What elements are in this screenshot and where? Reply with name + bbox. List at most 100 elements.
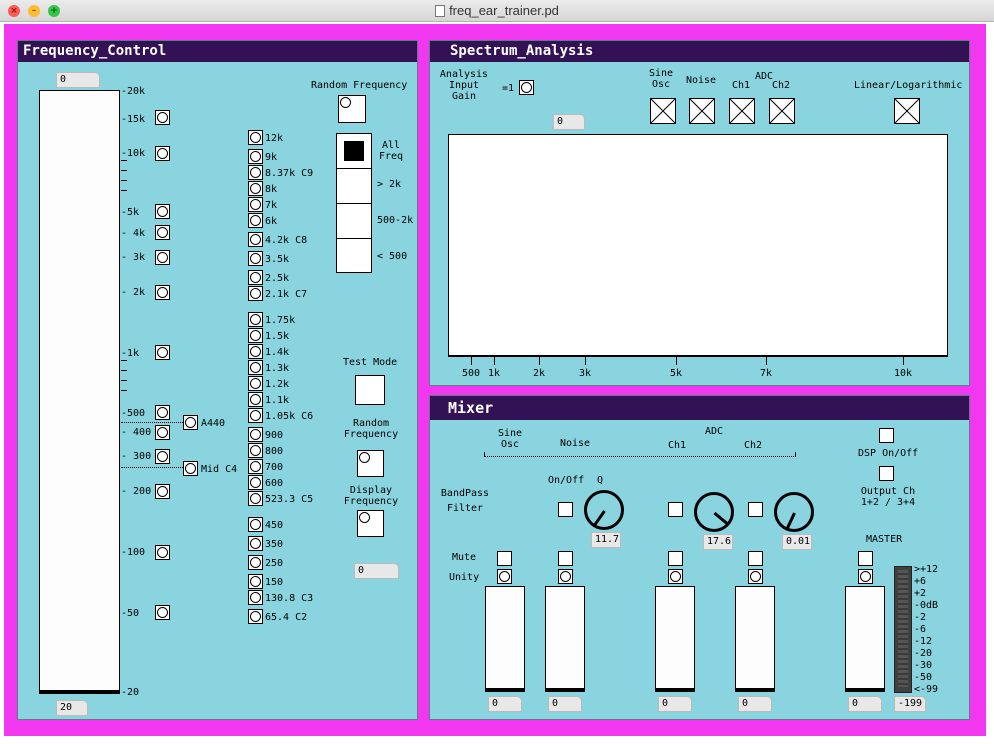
noise-mute-toggle[interactable]	[558, 551, 573, 566]
preset-bang[interactable]	[248, 408, 263, 423]
preset-bang[interactable]	[248, 213, 263, 228]
q3-knob[interactable]	[774, 492, 814, 532]
filter3-onoff-toggle[interactable]	[748, 502, 763, 517]
dsp-toggle[interactable]	[879, 428, 894, 443]
preset-bang[interactable]	[248, 360, 263, 375]
preset-bang[interactable]	[248, 517, 263, 532]
freq-300-bang[interactable]	[155, 449, 170, 464]
freq-10k-bang[interactable]	[155, 146, 170, 161]
freq-50-bang[interactable]	[155, 605, 170, 620]
filter2-onoff-toggle[interactable]	[668, 502, 683, 517]
ch2-fader-handle[interactable]	[736, 688, 774, 691]
preset-bang[interactable]	[248, 344, 263, 359]
preset-bang[interactable]	[248, 232, 263, 247]
preset-bang[interactable]	[248, 197, 263, 212]
radio-option-mid[interactable]: 500-2k	[377, 215, 413, 226]
freq-5k-bang[interactable]	[155, 204, 170, 219]
q1-knob[interactable]	[584, 490, 624, 530]
ch1-mute-toggle[interactable]	[668, 551, 683, 566]
preset-bang[interactable]	[248, 459, 263, 474]
ch2-mute-toggle[interactable]	[748, 551, 763, 566]
sine-fader[interactable]	[485, 586, 525, 692]
q1-value[interactable]: 11.7	[591, 532, 621, 548]
frequency-min-number[interactable]: 20	[56, 700, 88, 716]
preset-bang[interactable]	[248, 251, 263, 266]
ch2-fader-value[interactable]: 0	[738, 696, 772, 712]
sine-fader-handle[interactable]	[486, 688, 524, 691]
filter1-onoff-toggle[interactable]	[558, 502, 573, 517]
ch1-fader-value[interactable]: 0	[658, 696, 692, 712]
frequency-range-radio[interactable]	[336, 133, 372, 273]
frequency-slider[interactable]	[39, 90, 120, 694]
preset-bang[interactable]	[248, 536, 263, 551]
output-channel-toggle[interactable]	[879, 466, 894, 481]
master-fader-handle[interactable]	[846, 688, 884, 691]
preset-bang[interactable]	[248, 376, 263, 391]
freq-3k-bang[interactable]	[155, 250, 170, 265]
random-frequency2-bang[interactable]	[357, 450, 384, 477]
preset-bang[interactable]	[248, 443, 263, 458]
radio-option-gt2k[interactable]: > 2k	[377, 179, 401, 190]
master-fader[interactable]	[845, 586, 885, 692]
freq-15k-bang[interactable]	[155, 110, 170, 125]
spectrum-graph[interactable]	[448, 134, 948, 356]
ch1-fader-handle[interactable]	[656, 688, 694, 691]
test-mode-toggle[interactable]	[355, 375, 385, 405]
frequency-number-box[interactable]: 0	[56, 72, 100, 88]
preset-bang[interactable]	[248, 130, 263, 145]
q2-value[interactable]: 17.6	[703, 534, 733, 550]
q2-knob[interactable]	[694, 492, 734, 532]
frequency-slider-handle[interactable]	[40, 690, 119, 693]
a440-bang[interactable]	[183, 415, 198, 430]
preset-bang[interactable]	[248, 590, 263, 605]
preset-bang[interactable]	[248, 392, 263, 407]
preset-bang[interactable]	[248, 181, 263, 196]
display-frequency-number[interactable]: 0	[354, 563, 399, 579]
noise-unity-bang[interactable]	[558, 569, 573, 584]
master-unity-bang[interactable]	[858, 569, 873, 584]
display-frequency-bang[interactable]	[357, 510, 384, 537]
noise-fader-value[interactable]: 0	[548, 696, 582, 712]
ch2-fader[interactable]	[735, 586, 775, 692]
source-ch1-toggle[interactable]	[729, 98, 755, 124]
preset-bang[interactable]	[248, 165, 263, 180]
preset-bang[interactable]	[248, 555, 263, 570]
master-mute-toggle[interactable]	[858, 551, 873, 566]
input-gain-number[interactable]: 0	[553, 114, 585, 130]
ch2-unity-bang[interactable]	[748, 569, 763, 584]
preset-bang[interactable]	[248, 491, 263, 506]
source-sine-toggle[interactable]	[650, 98, 676, 124]
source-noise-toggle[interactable]	[689, 98, 715, 124]
freq-1k-bang[interactable]	[155, 345, 170, 360]
freq-200-bang[interactable]	[155, 484, 170, 499]
radio-option-lt500[interactable]: < 500	[377, 251, 407, 262]
source-ch2-toggle[interactable]	[769, 98, 795, 124]
preset-bang[interactable]	[248, 328, 263, 343]
preset-bang[interactable]	[248, 609, 263, 624]
preset-bang[interactable]	[248, 149, 263, 164]
midc4-bang[interactable]	[183, 461, 198, 476]
freq-100-bang[interactable]	[155, 545, 170, 560]
preset-bang[interactable]	[248, 427, 263, 442]
freq-4k-bang[interactable]	[155, 225, 170, 240]
preset-bang[interactable]	[248, 475, 263, 490]
radio-option-all[interactable]: All Freq	[379, 140, 403, 162]
noise-fader-handle[interactable]	[546, 688, 584, 691]
q3-value[interactable]: 0.01	[782, 534, 812, 550]
sine-unity-bang[interactable]	[497, 569, 512, 584]
noise-fader[interactable]	[545, 586, 585, 692]
preset-bang[interactable]	[248, 312, 263, 327]
preset-bang[interactable]	[248, 574, 263, 589]
ch1-fader[interactable]	[655, 586, 695, 692]
freq-2k-bang[interactable]	[155, 285, 170, 300]
sine-fader-value[interactable]: 0	[488, 696, 522, 712]
freq-500-bang[interactable]	[155, 405, 170, 420]
master-fader-value[interactable]: 0	[848, 696, 882, 712]
preset-bang[interactable]	[248, 286, 263, 301]
sine-mute-toggle[interactable]	[497, 551, 512, 566]
scale-mode-toggle[interactable]	[894, 98, 920, 124]
random-frequency-bang[interactable]	[338, 95, 366, 123]
preset-bang[interactable]	[248, 270, 263, 285]
ch1-unity-bang[interactable]	[668, 569, 683, 584]
unity-gain-bang[interactable]	[519, 80, 534, 95]
